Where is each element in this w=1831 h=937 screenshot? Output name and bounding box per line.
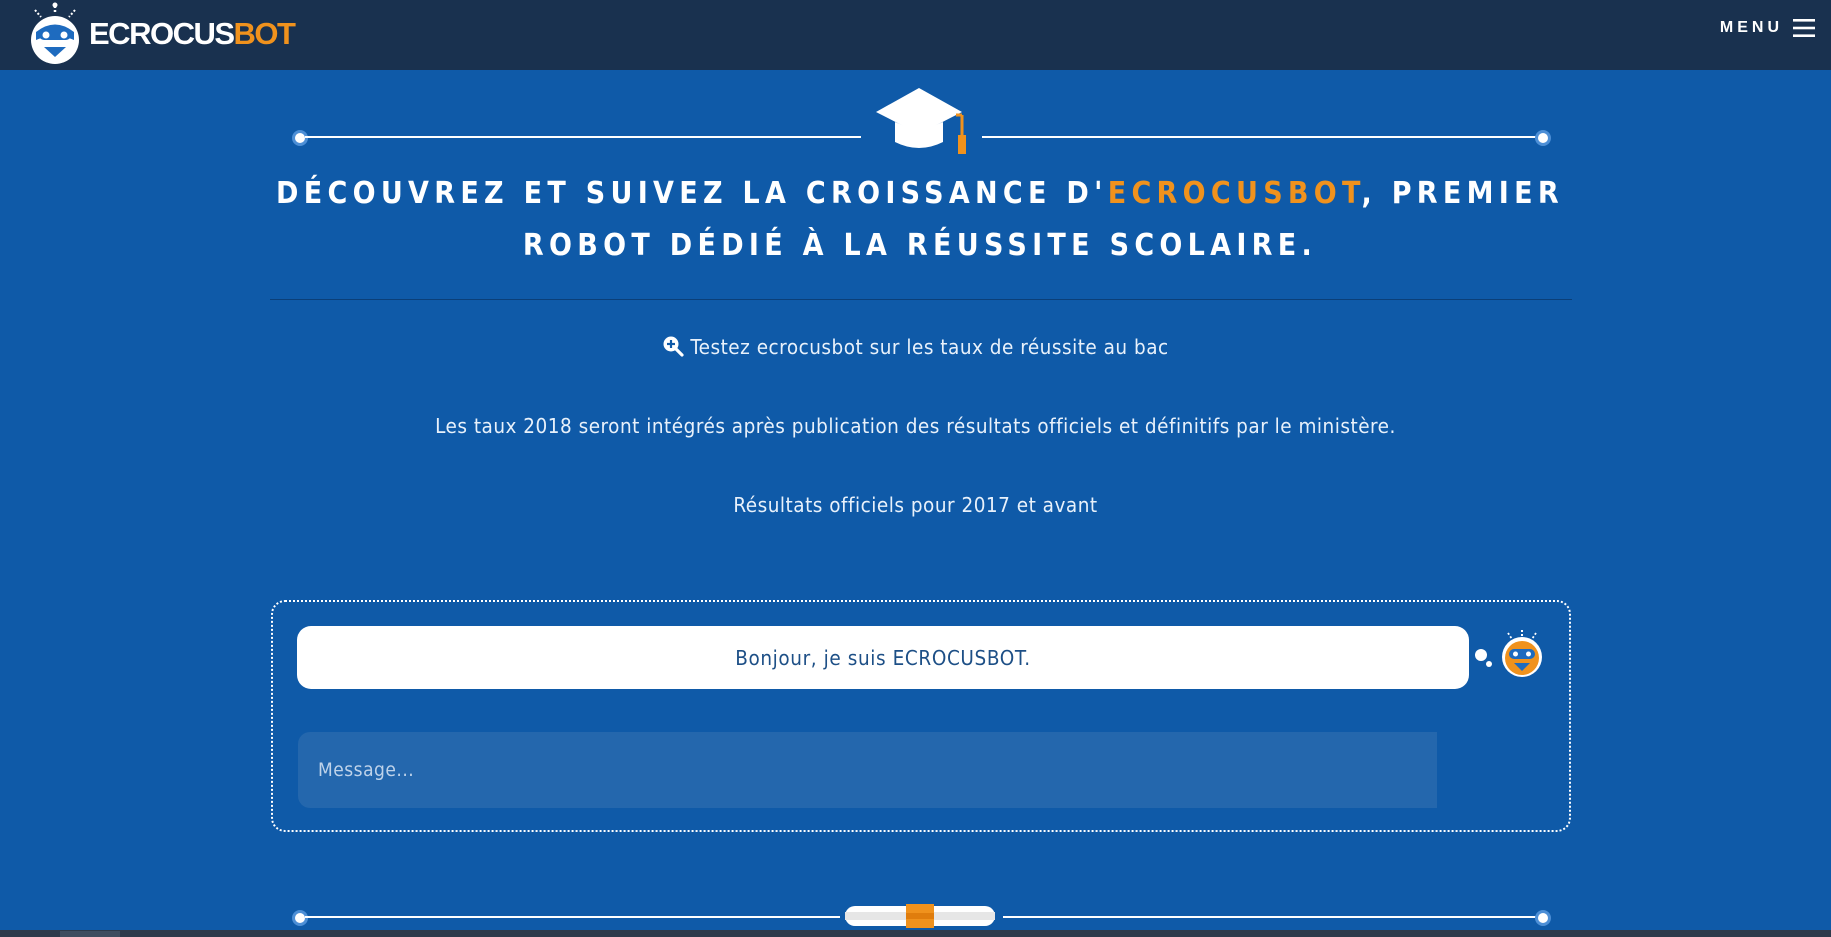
graduation-cap [874,86,968,162]
divider-dot-left [292,130,308,146]
bot-message-bubble: Bonjour, je suis ECROCUSBOT. [297,626,1469,689]
message-input[interactable] [298,732,1437,808]
graduation-cap-icon [876,88,966,154]
brand-name-part1: ECROCUS [89,15,235,51]
window-bottom-tab [60,931,120,937]
top-divider-left [305,136,861,138]
navbar: ECROCUSBOT MENU [0,0,1831,70]
window-bottom-strip [0,930,1831,937]
bottom-divider-left [305,916,840,918]
zoom-in-icon [663,336,684,357]
bot-message-text: Bonjour, je suis ECROCUSBOT. [735,645,1031,670]
divider-dot-right [1535,130,1551,146]
menu-label: MENU [1719,19,1783,36]
brand-logo[interactable]: ECROCUSBOT [27,0,296,66]
robot-logo-icon [31,2,79,64]
page-title-accent: ECROCUSBOT [1107,176,1362,211]
test-link-row: Testez ecrocusbot sur les taux de réussi… [0,335,1831,359]
brand-name: ECROCUSBOT [89,15,296,51]
section-separator [270,299,1572,300]
notice-text: Les taux 2018 seront intégrés après publ… [435,414,1396,438]
bottom-divider-right [1003,916,1538,918]
bot-avatar [1472,627,1546,681]
diploma-scroll-icon [845,904,995,928]
bottom-divider-dot-right [1535,910,1551,926]
brand-name-part2: BOT [233,15,296,51]
results-caption: Résultats officiels pour 2017 et avant [733,493,1098,517]
menu-button[interactable]: MENU [1720,16,1815,40]
hamburger-icon [1793,19,1815,37]
page-title: DÉCOUVREZ ET SUIVEZ LA CROISSANCE D'ECRO… [240,168,1600,272]
page-title-part1: DÉCOUVREZ ET SUIVEZ LA CROISSANCE D' [276,176,1108,211]
test-link[interactable]: Testez ecrocusbot sur les taux de réussi… [662,335,1168,359]
bottom-divider-dot-left [292,910,308,926]
test-link-text: Testez ecrocusbot sur les taux de réussi… [690,335,1169,359]
robot-avatar-icon [1475,630,1542,677]
top-divider-right [982,136,1538,138]
